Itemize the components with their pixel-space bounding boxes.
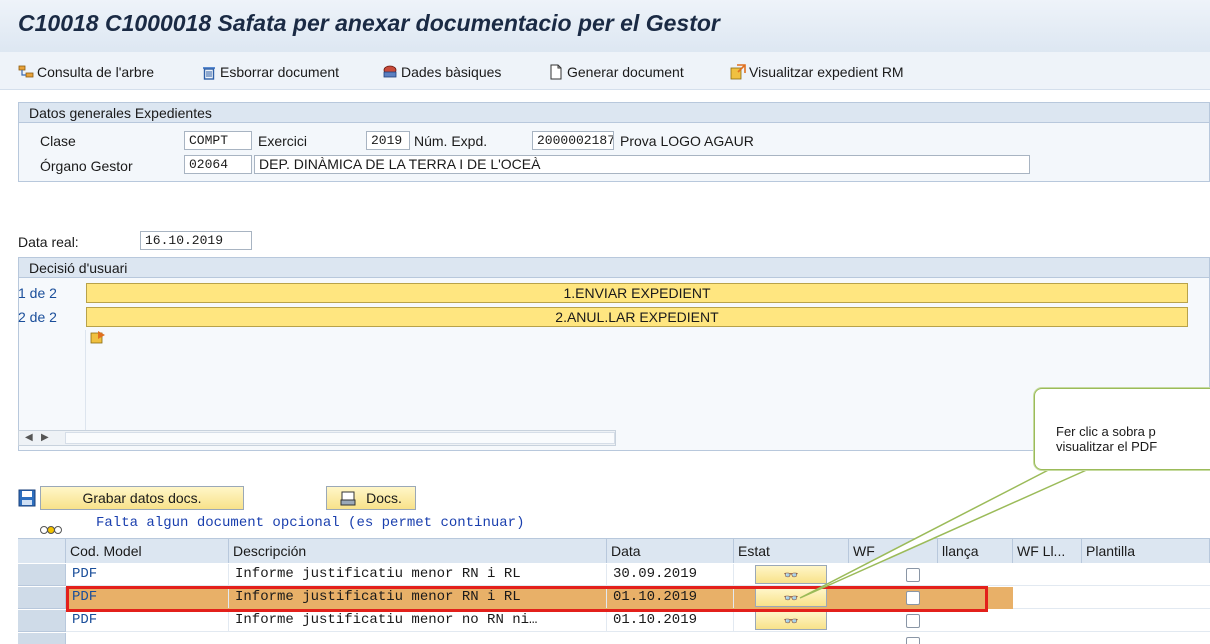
wf-checkbox[interactable] [906,637,920,644]
consulta-arbre-button[interactable]: Consulta de l'arbre [18,61,154,83]
scroll-thumb[interactable] [65,432,615,444]
num-expd-field[interactable]: 2000002187 [532,131,614,150]
decision-index-1: 1 de 2 [18,285,57,301]
docs-icon [340,490,356,506]
title-bar: C10018 C1000018 Safata per anexar docume… [0,0,1210,52]
visualitzar-expedient-button[interactable]: Visualitzar expedient RM [730,61,904,83]
select-all-header[interactable] [18,539,66,563]
cell-cod-model: PDF [66,610,229,631]
grabar-datos-button[interactable]: Grabar datos docs. [40,486,244,510]
expedient-icon [730,64,746,80]
clase-field[interactable]: COMPT [184,131,252,150]
cell-data: 01.10.2019 [607,610,734,631]
cell-data: 30.09.2019 [607,564,734,585]
horizontal-scrollbar[interactable]: ◀ ▶ [18,430,616,446]
datos-generales-title: Datos generales Expedientes [19,103,1209,123]
basic-data-icon [382,64,398,80]
traffic-light-icon [39,524,62,536]
esborrar-document-button[interactable]: Esborrar document [201,61,339,83]
table-row[interactable] [18,633,1210,644]
generar-document-label: Generar document [567,64,684,80]
wf-checkbox[interactable] [906,614,920,628]
callout-text: Fer clic a sobra p visualitzar el PDF [1056,424,1158,454]
clase-label: Clase [40,133,76,149]
row-selector[interactable] [18,633,66,644]
dades-basiques-label: Dades bàsiques [401,64,502,80]
decision-row-anular[interactable]: 2.ANUL.LAR EXPEDIENT [86,307,1188,346]
cell-descripcion: Informe justificatiu menor no RN ni… [229,610,607,631]
col-descripcion[interactable]: Descripción [229,539,607,563]
dades-basiques-button[interactable]: Dades bàsiques [382,61,501,83]
data-real-field[interactable]: 16.10.2019 [140,231,252,250]
organo-gestor-field[interactable]: 02064 [184,155,252,174]
esborrar-document-label: Esborrar document [220,64,340,80]
consulta-arbre-label: Consulta de l'arbre [37,64,155,80]
row-selector[interactable] [18,564,66,586]
decision-index-2: 2 de 2 [18,309,57,325]
status-message: Falta algun document opcional (es permet… [96,515,525,531]
cell-descripcion: Informe justificatiu menor RN i RL [229,564,607,585]
arrow-folder-icon [90,329,106,345]
generar-document-button[interactable]: Generar document [548,61,684,83]
scroll-right-icon[interactable]: ▶ [41,432,49,443]
decisio-usuari-title: Decisió d'usuari [19,258,1209,278]
scroll-left-icon[interactable]: ◀ [25,432,33,443]
num-expd-desc: Prova LOGO AGAUR [620,133,754,149]
row-selector[interactable] [18,587,66,609]
tree-icon [18,64,34,80]
save-icon[interactable] [18,489,36,507]
window-title: C10018 C1000018 Safata per anexar docume… [18,10,720,36]
docs-label: Docs. [366,490,402,506]
decision-enviar-label: 1.ENVIAR EXPEDIENT [86,283,1188,303]
num-expd-label: Núm. Expd. [414,133,488,149]
table-row[interactable]: PDF Informe justificatiu menor no RN ni…… [18,610,1210,632]
col-data[interactable]: Data [607,539,734,563]
cell-cod-model: PDF [66,564,229,585]
docs-button[interactable]: Docs. [326,486,416,510]
row-selector[interactable] [18,610,66,632]
organo-gestor-desc: DEP. DINÀMICA DE LA TERRA I DE L'OCEÀ [254,155,1030,174]
col-cod-model[interactable]: Cod. Model [66,539,229,563]
estat-display-button[interactable]: 👓 [755,611,827,630]
decision-anular-label: 2.ANUL.LAR EXPEDIENT [86,307,1188,327]
application-toolbar: Consulta de l'arbre Esborrar document Da… [0,52,1210,90]
display-icon: 👓 [783,613,799,628]
data-real-label: Data real: [18,234,79,250]
exercici-label: Exercici [258,133,308,149]
grabar-datos-label: Grabar datos docs. [82,490,202,506]
document-icon [548,64,564,80]
organo-gestor-label: Órgano Gestor [40,158,133,174]
decision-empty-area [18,330,86,430]
exercici-field[interactable]: 2019 [366,131,410,150]
trash-icon [201,64,217,80]
visualitzar-expedient-label: Visualitzar expedient RM [749,64,904,80]
